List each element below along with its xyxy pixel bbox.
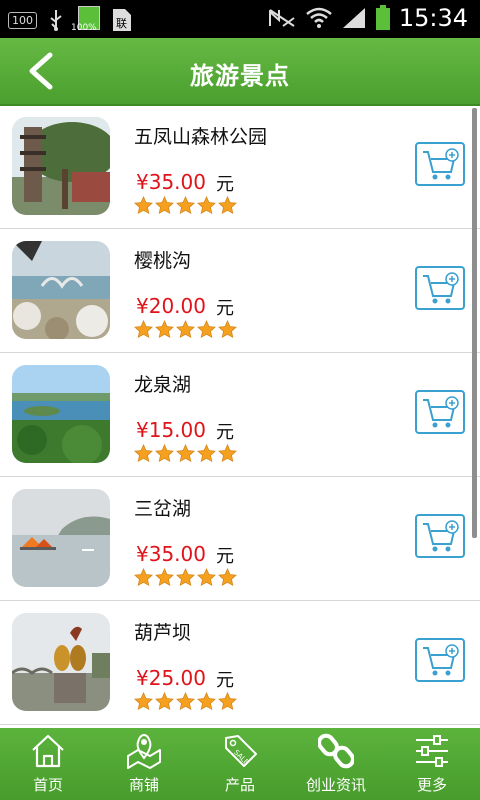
add-to-cart-icon <box>423 272 459 304</box>
star-icon <box>218 444 237 463</box>
add-to-cart-icon <box>423 644 459 676</box>
add-to-cart-icon <box>423 148 459 180</box>
list-item[interactable]: 樱桃沟 ¥20.00 元 <box>0 228 480 353</box>
star-icon <box>218 320 237 339</box>
status-bar: 100 100% 联 15:34 <box>0 0 480 38</box>
add-to-cart-icon <box>423 396 459 428</box>
page-title: 旅游景点 <box>190 62 290 90</box>
attraction-price: ¥20.00 <box>136 294 206 318</box>
attraction-name: 龙泉湖 <box>134 374 192 396</box>
star-icon <box>197 444 216 463</box>
sale-tag-icon: SALE <box>225 735 257 767</box>
tab-label: 创业资讯 <box>305 776 366 794</box>
rating-stars <box>134 444 237 463</box>
attraction-thumbnail <box>12 365 110 463</box>
price-unit: 元 <box>216 422 234 443</box>
star-icon <box>155 320 174 339</box>
star-icon <box>218 568 237 587</box>
star-icon <box>218 196 237 215</box>
star-icon <box>134 692 153 711</box>
star-icon <box>197 320 216 339</box>
star-icon <box>134 196 153 215</box>
attraction-name: 三岔湖 <box>134 498 192 520</box>
battery-icon: 100% <box>71 6 101 34</box>
attraction-name: 葫芦坝 <box>134 622 192 644</box>
scrollbar[interactable] <box>472 108 477 538</box>
attraction-name: 五凤山森林公园 <box>134 126 268 148</box>
tab-shops[interactable]: 商铺 <box>96 728 192 800</box>
add-to-cart-button[interactable] <box>415 638 465 682</box>
tab-products[interactable]: SALE 产品 <box>192 728 288 800</box>
battery-percent-text: 100% <box>71 23 97 33</box>
star-icon <box>155 196 174 215</box>
tab-label: 更多 <box>416 776 447 794</box>
signal-icon <box>342 8 365 28</box>
wifi-icon <box>306 7 332 28</box>
home-icon <box>32 734 64 768</box>
attraction-thumbnail <box>12 613 110 711</box>
price-unit: 元 <box>216 546 234 567</box>
price-unit: 元 <box>216 298 234 319</box>
star-icon <box>176 692 195 711</box>
star-icon <box>155 692 174 711</box>
list-item[interactable]: 五凤山森林公园 ¥35.00 元 <box>0 104 480 229</box>
sim-card-icon: 联 <box>113 9 131 31</box>
battery-full-icon <box>375 5 390 30</box>
star-icon <box>155 568 174 587</box>
usb-icon <box>50 10 62 31</box>
map-icon <box>127 733 161 769</box>
star-icon <box>176 568 195 587</box>
star-icon <box>134 444 153 463</box>
battery-level-indicator: 100 <box>8 11 37 29</box>
nfc-mute-icon <box>268 9 295 27</box>
star-icon <box>176 444 195 463</box>
star-icon <box>155 444 174 463</box>
price-unit: 元 <box>216 174 234 195</box>
title-bar: 旅游景点 <box>0 38 480 106</box>
add-to-cart-button[interactable] <box>415 514 465 558</box>
attraction-list: 五凤山森林公园 ¥35.00 元 樱桃沟 ¥20.00 元 龙泉湖 ¥15.00… <box>0 104 480 728</box>
rating-stars <box>134 692 237 711</box>
add-to-cart-button[interactable] <box>415 266 465 310</box>
tab-business-news[interactable]: 创业资讯 <box>288 728 384 800</box>
star-icon <box>134 568 153 587</box>
tab-label: 产品 <box>224 776 255 794</box>
list-item[interactable]: 葫芦坝 ¥25.00 元 <box>0 600 480 725</box>
attraction-price: ¥25.00 <box>136 666 206 690</box>
attraction-thumbnail <box>12 241 110 339</box>
star-icon <box>197 568 216 587</box>
attraction-thumbnail <box>12 489 110 587</box>
attraction-thumbnail <box>12 117 110 215</box>
star-icon <box>176 320 195 339</box>
clock: 15:34 <box>398 4 468 32</box>
attraction-name: 樱桃沟 <box>134 250 192 272</box>
price-unit: 元 <box>216 670 234 691</box>
list-item[interactable]: 龙泉湖 ¥15.00 元 <box>0 352 480 477</box>
svg-text:联: 联 <box>116 17 127 30</box>
tab-more[interactable]: 更多 <box>384 728 480 800</box>
attraction-price: ¥15.00 <box>136 418 206 442</box>
star-icon <box>197 692 216 711</box>
add-to-cart-button[interactable] <box>415 142 465 186</box>
rating-stars <box>134 196 237 215</box>
tab-home[interactable]: 首页 <box>0 728 96 800</box>
star-icon <box>176 196 195 215</box>
link-icon <box>318 733 354 769</box>
star-icon <box>134 320 153 339</box>
bottom-tab-bar: 首页 商铺 SALE 产品 创业资讯 更多 <box>0 728 480 800</box>
list-item[interactable]: 三岔湖 ¥35.00 元 <box>0 476 480 601</box>
sliders-icon <box>416 735 448 767</box>
attraction-price: ¥35.00 <box>136 170 206 194</box>
tab-label: 商铺 <box>128 776 159 794</box>
tab-label: 首页 <box>32 776 63 794</box>
star-icon <box>197 196 216 215</box>
rating-stars <box>134 568 237 587</box>
rating-stars <box>134 320 237 339</box>
attraction-price: ¥35.00 <box>136 542 206 566</box>
star-icon <box>218 692 237 711</box>
add-to-cart-button[interactable] <box>415 390 465 434</box>
add-to-cart-icon <box>423 520 459 552</box>
